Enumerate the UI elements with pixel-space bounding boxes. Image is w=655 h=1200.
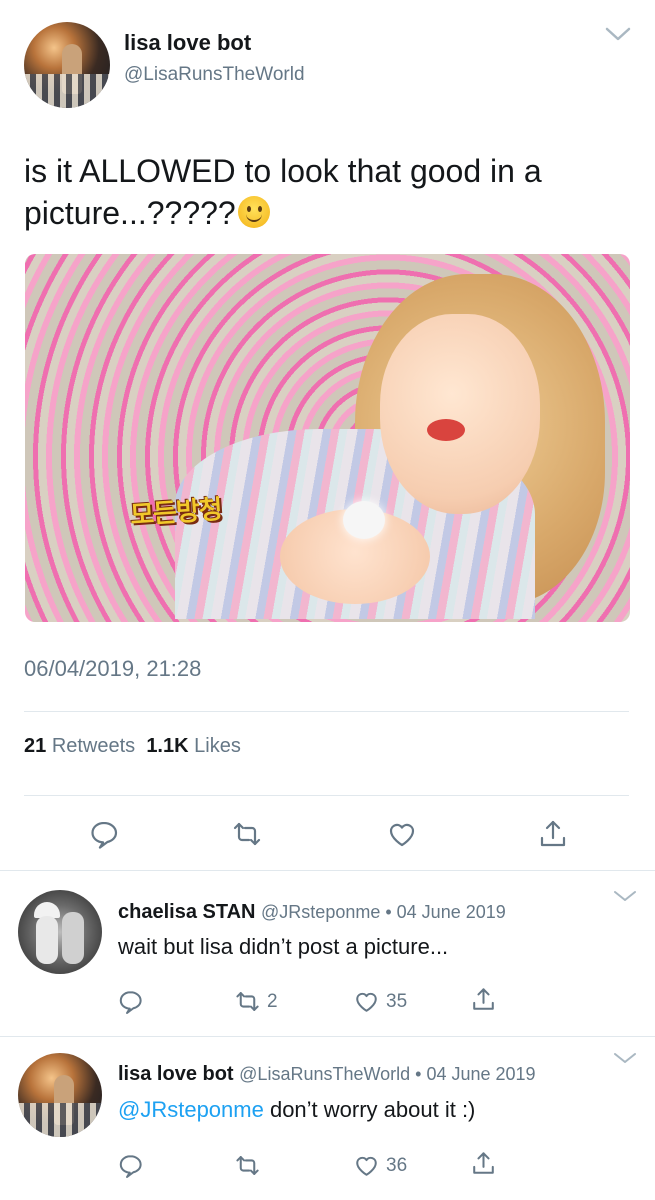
tweet-text: is it ALLOWED to look that good in a pic… <box>24 150 634 234</box>
retweet-count: 2 <box>267 990 278 1012</box>
reply-action-reply[interactable] <box>117 1152 144 1179</box>
like-count: 36 <box>386 1154 408 1176</box>
username[interactable]: @LisaRunsTheWorld <box>124 64 305 86</box>
reply-meta[interactable]: @LisaRunsTheWorld • 04 June 2019 <box>239 1064 535 1084</box>
reply-action-like[interactable]: 36 <box>353 1152 407 1179</box>
reply-action-retweet[interactable]: 2 <box>234 988 278 1015</box>
like-count: 35 <box>386 990 408 1012</box>
reply-header: lisa love bot @LisaRunsTheWorld • 04 Jun… <box>118 1063 536 1086</box>
reply-header: chaelisa STAN @JRsteponme • 04 June 2019 <box>118 901 506 924</box>
likes-stat[interactable]: 1.1K Likes <box>146 735 241 757</box>
share-icon <box>473 988 494 1010</box>
reply-text: @JRsteponme don’t worry about it :) <box>118 1097 475 1123</box>
chevron-down-icon[interactable] <box>612 888 638 904</box>
retweet-icon <box>236 1156 259 1175</box>
tweet-stats: 21 Retweets 1.1K Likes <box>24 735 241 758</box>
retweet-icon[interactable] <box>231 818 263 850</box>
tweet-timestamp[interactable]: 06/04/2019, 21:28 <box>24 656 201 682</box>
like-icon[interactable] <box>386 818 418 850</box>
reply-icon[interactable] <box>88 818 120 850</box>
reply-text-body: wait but lisa didn’t post a picture... <box>118 934 449 959</box>
reply-text: wait but lisa didn’t post a picture... <box>118 934 448 960</box>
reply-icon <box>119 991 142 1014</box>
reply-icon <box>119 1155 142 1178</box>
retweets-stat[interactable]: 21 Retweets <box>24 735 135 757</box>
reply-display-name[interactable]: chaelisa STAN <box>118 901 255 923</box>
reply-meta[interactable]: @JRsteponme • 04 June 2019 <box>261 902 506 922</box>
reply-action-reply[interactable] <box>117 988 144 1015</box>
reply-display-name[interactable]: lisa love bot <box>118 1063 234 1085</box>
retweet-icon <box>236 992 259 1011</box>
section-divider <box>0 870 655 871</box>
avatar[interactable] <box>24 22 110 108</box>
photo-caption: 모든방청 <box>129 494 223 532</box>
reply-text-body: don’t worry about it :) <box>263 1097 476 1122</box>
reply-action-like[interactable]: 35 <box>353 988 407 1015</box>
divider <box>24 711 629 712</box>
avatar[interactable] <box>18 1053 102 1137</box>
reply-action-share[interactable] <box>470 1150 497 1177</box>
divider <box>24 795 629 796</box>
share-icon <box>473 1152 494 1174</box>
chevron-down-icon[interactable] <box>612 1050 638 1066</box>
reply-action-retweet[interactable] <box>234 1152 267 1179</box>
tweet-text-body: is it ALLOWED to look that good in a pic… <box>24 153 542 231</box>
mention-link[interactable]: @JRsteponme <box>118 1097 264 1122</box>
like-icon <box>356 992 377 1012</box>
section-divider <box>0 1036 655 1037</box>
reply-action-share[interactable] <box>470 986 497 1013</box>
display-name[interactable]: lisa love bot <box>124 30 251 56</box>
chevron-down-icon[interactable] <box>604 24 632 44</box>
tweet-photo[interactable]: 모든방청 <box>25 254 630 622</box>
avatar[interactable] <box>18 890 102 974</box>
slightly-smiling-face-emoji <box>237 196 270 228</box>
share-icon[interactable] <box>537 818 569 850</box>
like-icon <box>356 1156 377 1176</box>
